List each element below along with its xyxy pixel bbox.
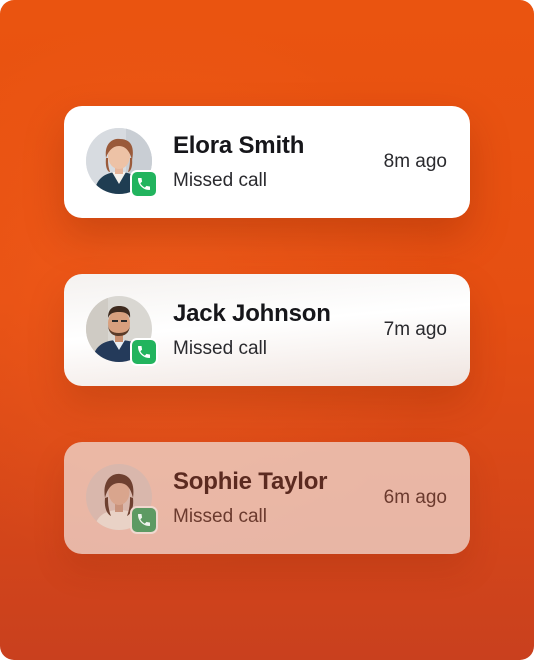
notification-card-jack-johnson[interactable]: Jack Johnson Missed call 7m ago [64,274,470,386]
phone-icon [130,170,158,198]
avatar-container [86,128,158,198]
caller-name: Elora Smith [173,132,305,159]
caller-name: Jack Johnson [173,300,331,327]
call-time: 8m ago [383,151,447,172]
phone-icon [130,506,158,534]
call-time: 7m ago [383,319,447,340]
call-time: 6m ago [383,487,447,508]
notification-card-elora-smith[interactable]: Elora Smith Missed call 8m ago [64,106,470,218]
phone-icon [130,338,158,366]
call-status: Missed call [173,338,267,359]
notification-card-sophie-taylor[interactable]: Sophie Taylor Missed call 6m ago [64,442,470,554]
call-status: Missed call [173,506,267,527]
notification-panel: Elora Smith Missed call 8m ago Jack John… [0,0,534,660]
avatar-container [86,464,158,534]
caller-name: Sophie Taylor [173,468,328,495]
avatar-container [86,296,158,366]
call-status: Missed call [173,170,267,191]
